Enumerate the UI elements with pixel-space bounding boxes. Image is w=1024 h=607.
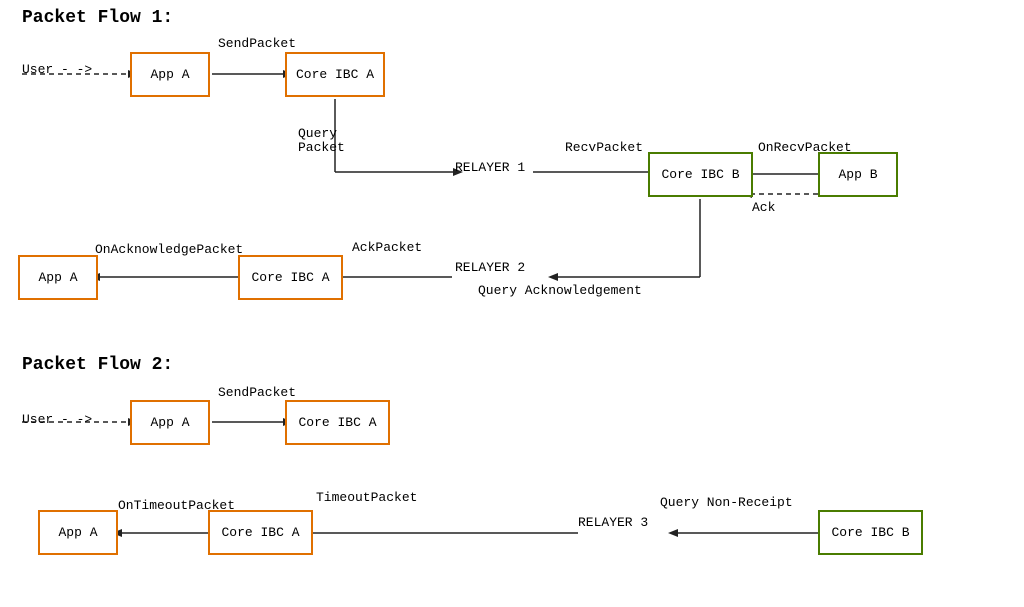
ontimeout-label: OnTimeoutPacket [118,498,235,513]
f2-coreA2: Core IBC A [208,510,313,555]
sendpacket-label-2: SendPacket [218,385,296,400]
user-label-2: User - -> [22,412,92,427]
f1-appA2: App A [18,255,98,300]
f1-coreA1: Core IBC A [285,52,385,97]
relayer1-label: RELAYER 1 [455,160,525,175]
f2-coreB: Core IBC B [818,510,923,555]
onrecvpacket-label: OnRecvPacket [758,140,852,155]
f1-coreB: Core IBC B [648,152,753,197]
query-ack-label: Query Acknowledgement [478,283,642,298]
f2-appA2: App A [38,510,118,555]
f1-coreA2: Core IBC A [238,255,343,300]
diagram: Packet Flow 1: App A Core IBC A Core IBC… [0,0,1024,607]
recvpacket-label: RecvPacket [565,140,643,155]
f2-coreA1: Core IBC A [285,400,390,445]
query-nonreceipt-label: Query Non-Receipt [660,495,793,510]
packet-label: Packet [298,140,345,155]
flow1-title: Packet Flow 1: [22,8,173,28]
f2-appA1: App A [130,400,210,445]
f1-appB: App B [818,152,898,197]
f1-appA1: App A [130,52,210,97]
ack-label: Ack [752,200,775,215]
onacknowledge-label: OnAcknowledgePacket [95,242,243,257]
user-label-1: User - -> [22,62,92,77]
sendpacket-label-1: SendPacket [218,36,296,51]
query-label: Query [298,126,337,141]
flow2-title: Packet Flow 2: [22,355,173,375]
timeoutpacket-label: TimeoutPacket [316,490,417,505]
relayer3-label: RELAYER 3 [578,515,648,530]
relayer2-label: RELAYER 2 [455,260,525,275]
ackpacket-label: AckPacket [352,240,422,255]
